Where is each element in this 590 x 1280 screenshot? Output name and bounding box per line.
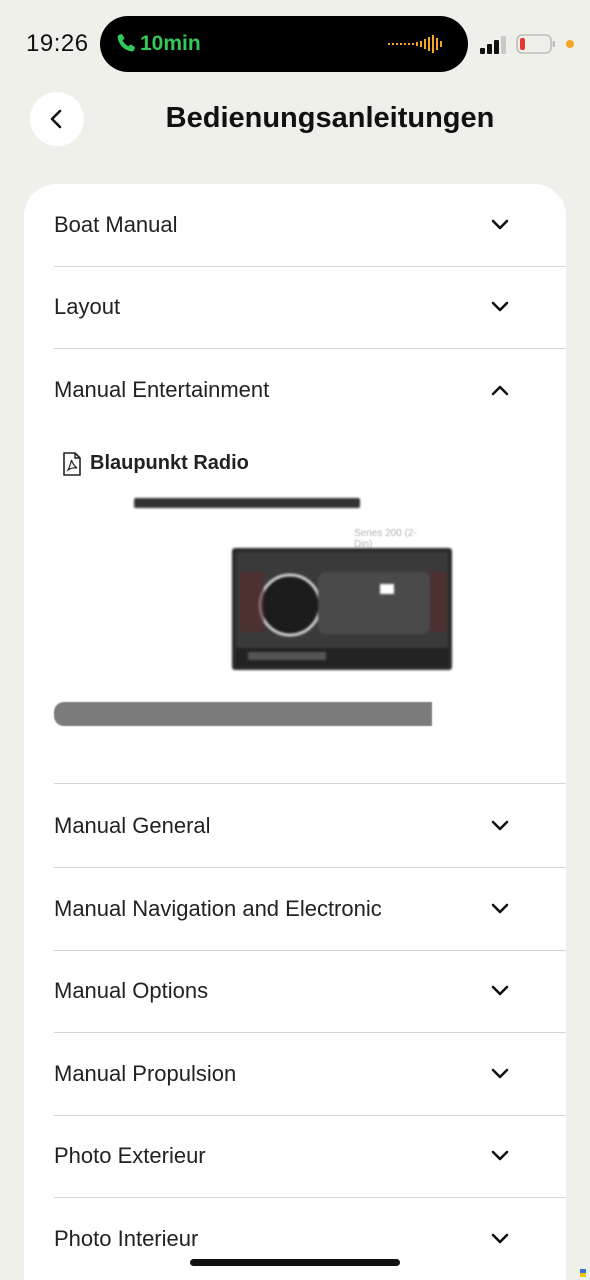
dynamic-island-call[interactable]: 10min xyxy=(100,16,468,72)
section-label: Manual Propulsion xyxy=(54,1061,237,1086)
pdf-file-icon xyxy=(63,452,81,476)
section-manual-propulsion[interactable]: Manual Propulsion xyxy=(54,1033,566,1116)
chevron-down-icon xyxy=(491,301,509,312)
phone-icon xyxy=(117,34,135,52)
manuals-card: Boat Manual Layout Manual Entertainment … xyxy=(24,184,566,1280)
back-button[interactable] xyxy=(30,92,84,146)
chevron-up-icon xyxy=(491,385,509,396)
pdf-preview-thumbnail[interactable]: Series 200 (2-Din) xyxy=(54,498,452,728)
chevron-down-icon xyxy=(491,1233,509,1244)
cellular-signal-icon xyxy=(480,36,506,54)
section-label: Manual Navigation and Electronic xyxy=(54,896,382,921)
chevron-down-icon xyxy=(491,1068,509,1079)
entertainment-content: Blaupunkt Radio Series 200 (2-Din) xyxy=(54,432,566,784)
privacy-indicator-dot xyxy=(566,40,574,48)
section-manual-options[interactable]: Manual Options xyxy=(54,950,566,1033)
section-photo-interieur[interactable]: Photo Interieur xyxy=(54,1198,566,1280)
chevron-down-icon xyxy=(491,219,509,230)
flag-icon xyxy=(580,1269,586,1277)
radio-device-image xyxy=(232,548,452,670)
status-time: 19:26 xyxy=(26,30,89,57)
section-manual-navigation[interactable]: Manual Navigation and Electronic xyxy=(54,868,566,951)
preview-footer-bar xyxy=(54,702,432,726)
chevron-down-icon xyxy=(491,985,509,996)
chevron-down-icon xyxy=(491,903,509,914)
section-boat-manual[interactable]: Boat Manual xyxy=(54,184,566,267)
preview-header-bar xyxy=(134,498,360,508)
section-layout[interactable]: Layout xyxy=(54,266,566,349)
page-title: Bedienungsanleitungen xyxy=(165,102,495,134)
section-label: Manual General xyxy=(54,813,211,838)
section-label: Photo Interieur xyxy=(54,1226,199,1251)
battery-icon xyxy=(516,34,555,54)
home-indicator[interactable] xyxy=(190,1259,400,1266)
audio-waveform-icon xyxy=(388,35,442,53)
chevron-down-icon xyxy=(491,1150,509,1161)
preview-series-label: Series 200 (2-Din) xyxy=(354,528,417,550)
screen: 19:26 10min Bedienungsanleitungen Boat M… xyxy=(0,0,590,1280)
section-manual-general[interactable]: Manual General xyxy=(54,785,566,868)
chevron-left-icon xyxy=(50,109,62,129)
call-duration: 10min xyxy=(140,32,201,55)
chevron-down-icon xyxy=(491,820,509,831)
section-label: Manual Options xyxy=(54,978,209,1003)
section-label: Boat Manual xyxy=(54,212,178,237)
section-label: Layout xyxy=(54,294,121,319)
section-label: Manual Entertainment xyxy=(54,377,270,402)
pdf-link-blaupunkt-radio[interactable]: Blaupunkt Radio xyxy=(90,452,249,475)
section-label: Photo Exterieur xyxy=(54,1143,206,1168)
section-photo-exterieur[interactable]: Photo Exterieur xyxy=(54,1115,566,1198)
section-manual-entertainment[interactable]: Manual Entertainment xyxy=(54,349,566,432)
